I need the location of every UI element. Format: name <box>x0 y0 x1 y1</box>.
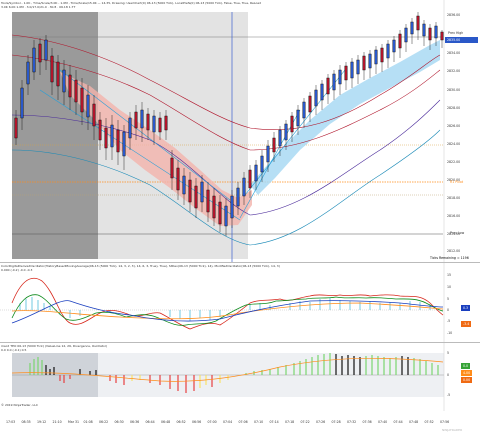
oscillator-panel[interactable]: ColorDigitalDerivedOscillator(HistoryBas… <box>0 262 480 343</box>
price-label: 2828.00 <box>447 106 461 110</box>
time-axis-label: 19:12 <box>37 420 47 424</box>
copyright: © 2019 NinjaTrader, LLC <box>1 403 38 407</box>
price-panel[interactable]: 2836.00 2834.00 2832.00 2830.00 2828.00 … <box>0 0 480 262</box>
time-axis-label: 08:35 <box>21 420 31 424</box>
bullish-band <box>250 40 440 195</box>
time-axis-label: 01:08 <box>83 420 93 424</box>
macd-value-tag: 0.00 <box>461 377 473 383</box>
time-axis-label: 06:22 <box>99 420 109 424</box>
osc-axis-label: 10 <box>447 285 452 289</box>
price-label: 2816.00 <box>447 214 461 218</box>
price-label: 2830.00 <box>447 88 461 92</box>
oscillator-lines <box>11 277 444 330</box>
osc-value-tag: 0.3 <box>461 305 471 311</box>
time-axis-label: 07:28 <box>331 420 341 424</box>
time-axis-label: 07:00 <box>207 420 217 424</box>
current-price-tag: 2835.00 <box>447 38 461 42</box>
osc-axis-label: -10 <box>447 331 453 335</box>
time-axis-label: 07:40 <box>378 420 388 424</box>
osc-value-tag: -3.4 <box>461 321 472 327</box>
osc-axis-label: 0 <box>447 308 450 312</box>
price-chart[interactable] <box>0 0 480 262</box>
time-axis-label: 07:14 <box>269 420 279 424</box>
time-axis-label: 07:44 <box>393 420 403 424</box>
time-axis-label: 07:06 <box>238 420 248 424</box>
time-axis-label: 07:22 <box>300 420 310 424</box>
oscillator-axis[interactable]: 15 10 5 0 -5 -10 <box>447 263 480 343</box>
time-axis-label: 21:10 <box>52 420 62 424</box>
price-label: 2836.00 <box>447 13 461 17</box>
time-axis-label: 07:52 <box>424 420 434 424</box>
time-axis-label: 07:48 <box>409 420 419 424</box>
time-axis-label: 06:36 <box>130 420 140 424</box>
macd-panel[interactable]: macd TEO 06-13 (5000 Tick) (ValueLine 12… <box>0 342 480 411</box>
time-axis-label: 07:36 <box>362 420 372 424</box>
time-axis-label: 06:44 <box>145 420 155 424</box>
price-label: 2822.00 <box>447 160 461 164</box>
macd-axis-label: -5 <box>447 393 451 397</box>
price-label: 2834.00 <box>447 51 461 55</box>
oscillator-chart[interactable] <box>0 263 480 343</box>
osc-orange-line <box>11 302 444 320</box>
time-axis-label: 07:04 <box>223 420 233 424</box>
time-axis-label: Mar 31 <box>68 420 80 424</box>
time-axis-label: 06:52 <box>176 420 186 424</box>
session-shade-dark <box>12 12 98 259</box>
osc-axis-label: 15 <box>447 273 452 277</box>
price-axis[interactable]: 2836.00 2834.00 2832.00 2830.00 2828.00 … <box>447 0 480 262</box>
time-axis-label: 17:03 <box>6 420 16 424</box>
watermark: NINJATRADER <box>442 428 463 432</box>
price-label: 2812.00 <box>447 249 461 253</box>
price-label: 2818.00 <box>447 196 461 200</box>
ticks-remaining: Ticks Remaining = 1196 <box>430 256 469 260</box>
osc-axis-label: 5 <box>447 297 450 301</box>
macd-axis-label: 5 <box>447 351 450 355</box>
time-axis-label: 07:32 <box>347 420 357 424</box>
macd-value-tag: 4.00 <box>461 370 473 376</box>
macd-chart[interactable] <box>0 343 480 411</box>
prev-high-label: Prev High <box>448 31 464 35</box>
prev-low-label: Prev Low <box>450 231 465 235</box>
time-axis-label: 06:30 <box>114 420 124 424</box>
time-axis-label: 06:48 <box>161 420 171 424</box>
macd-value-tag: 0.0 <box>461 363 471 369</box>
price-label: 2832.00 <box>447 69 461 73</box>
time-axis-label: 07:56 <box>440 420 450 424</box>
price-label: 2824.00 <box>447 142 461 146</box>
r1-pivot-label: R1 Pivot <box>450 180 464 184</box>
time-axis-label: 06:56 <box>192 420 202 424</box>
time-axis[interactable]: 17:03 08:35 19:12 21:10 Mar 31 01:08 06:22 06:3… <box>0 418 480 434</box>
time-axis-label: 07:10 <box>254 420 264 424</box>
osc-axis-label: -5 <box>447 319 451 323</box>
time-axis-label: 07:26 <box>316 420 326 424</box>
time-axis-label: 07:18 <box>285 420 295 424</box>
time-axis-labels: 17:03 08:35 19:12 21:10 Mar 31 01:08 06:22 06:3… <box>0 420 449 428</box>
price-label: 2826.00 <box>447 124 461 128</box>
macd-axis-label: 0 <box>447 373 450 377</box>
